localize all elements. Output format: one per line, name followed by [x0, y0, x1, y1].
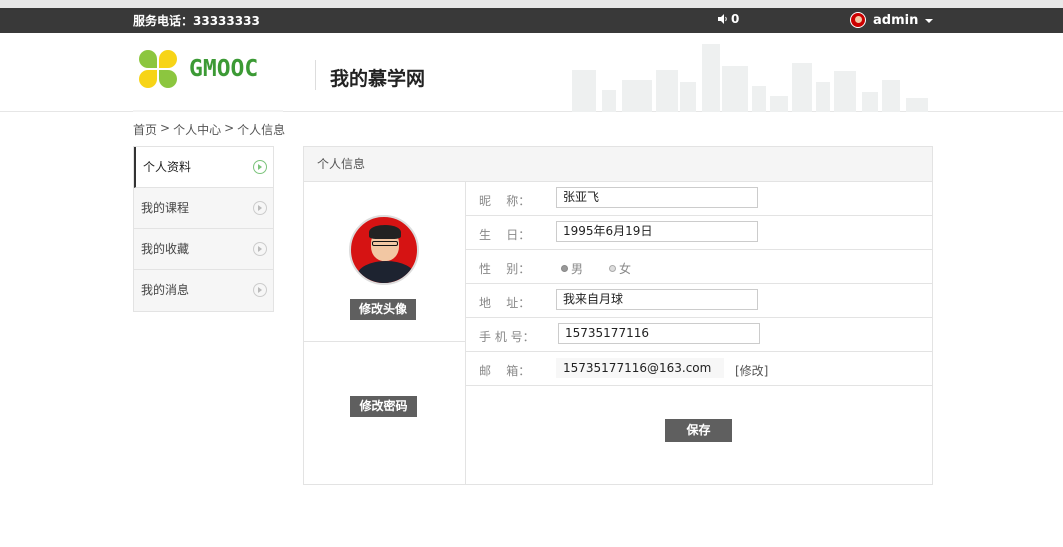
user-menu[interactable]: admin	[850, 12, 934, 28]
breadcrumb-user-center[interactable]: 个人中心	[173, 121, 221, 138]
email-label: 邮 箱：	[479, 364, 531, 378]
page-title: 我的慕学网	[330, 68, 426, 90]
arrow-right-circle-icon	[253, 201, 267, 215]
profile-form: 昵 称： 张亚飞 生 日： 1995年6月19日 性 别： 男 女 地 址： 我…	[466, 182, 932, 483]
sidebar-item-label: 我的消息	[141, 283, 190, 297]
mobile-label: 手 机 号：	[479, 330, 535, 344]
change-password-button[interactable]: 修改密码	[350, 396, 417, 417]
email-modify-link[interactable]: [修改]	[735, 362, 768, 379]
clover-logo-icon	[139, 50, 177, 88]
top-bar: 服务电话：33333333 0 admin	[0, 8, 1063, 33]
service-phone: 服务电话：33333333	[133, 14, 260, 28]
city-skyline-decoration	[572, 41, 932, 112]
sidebar-item-courses[interactable]: 我的课程	[134, 188, 273, 229]
nickname-label: 昵 称：	[479, 194, 531, 208]
username: admin	[873, 12, 919, 28]
radio-unchecked-icon	[609, 265, 616, 272]
sidebar-item-label: 我的收藏	[141, 242, 190, 256]
logo-underline	[133, 110, 283, 112]
sidebar-item-label: 我的课程	[141, 201, 190, 215]
sidebar-item-favorites[interactable]: 我的收藏	[134, 229, 273, 270]
arrow-right-circle-icon	[253, 160, 267, 174]
breadcrumb-separator: >	[224, 121, 235, 135]
avatar-section: 修改头像	[304, 182, 465, 342]
top-strip	[0, 0, 1063, 8]
gender-row: 性 别： 男 女	[466, 250, 932, 284]
password-section: 修改密码	[304, 342, 465, 483]
panel-title: 个人信息	[304, 147, 932, 182]
nickname-input[interactable]: 张亚飞	[556, 187, 758, 208]
sidebar: 个人资料 我的课程 我的收藏 我的消息	[133, 146, 274, 312]
profile-panel: 个人信息 修改头像 修改密码 昵 称： 张亚飞 生 日： 1995年6月19日 …	[303, 146, 933, 485]
save-area: 保存	[466, 386, 932, 483]
gender-male-label: 男	[571, 262, 584, 276]
birthday-label: 生 日：	[479, 228, 531, 242]
notification-button[interactable]: 0	[718, 12, 739, 26]
gender-label: 性 别：	[479, 262, 531, 276]
sidebar-item-messages[interactable]: 我的消息	[134, 270, 273, 311]
breadcrumb-separator: >	[160, 121, 171, 135]
site-header: GMOOC 我的慕学网	[0, 33, 1063, 112]
avatar-column: 修改头像 修改密码	[304, 182, 466, 484]
mobile-input[interactable]: 15735177116	[558, 323, 760, 344]
gender-male-radio[interactable]: 男	[561, 260, 583, 277]
mobile-row: 手 机 号： 15735177116	[466, 318, 932, 352]
site-logo[interactable]: GMOOC	[139, 50, 258, 88]
address-input[interactable]: 我来自月球	[556, 289, 758, 310]
user-avatar	[850, 12, 866, 28]
speaker-icon	[718, 14, 727, 24]
gender-female-label: 女	[619, 262, 632, 276]
chevron-down-icon	[925, 19, 934, 23]
email-value: 15735177116@163.com	[556, 358, 724, 378]
arrow-right-circle-icon	[253, 242, 267, 256]
brand-name: GMOOC	[189, 56, 259, 82]
profile-avatar	[349, 215, 419, 285]
sidebar-item-profile[interactable]: 个人资料	[134, 147, 273, 188]
arrow-right-circle-icon	[253, 283, 267, 297]
gender-female-radio[interactable]: 女	[609, 260, 631, 277]
header-divider	[315, 60, 316, 90]
birthday-input[interactable]: 1995年6月19日	[556, 221, 758, 242]
nickname-row: 昵 称： 张亚飞	[466, 182, 932, 216]
breadcrumb-current: 个人信息	[237, 123, 286, 137]
birthday-row: 生 日： 1995年6月19日	[466, 216, 932, 250]
address-label: 地 址：	[479, 296, 531, 310]
email-row: 邮 箱： 15735177116@163.com [修改]	[466, 352, 932, 386]
change-avatar-button[interactable]: 修改头像	[350, 299, 416, 320]
address-row: 地 址： 我来自月球	[466, 284, 932, 318]
notification-count: 0	[731, 12, 740, 26]
sidebar-item-label: 个人资料	[143, 160, 192, 174]
breadcrumb: 首页 > 个人中心 > 个人信息	[133, 121, 285, 138]
radio-checked-icon	[561, 265, 568, 272]
save-button[interactable]: 保存	[665, 419, 732, 442]
breadcrumb-home[interactable]: 首页	[133, 121, 157, 138]
